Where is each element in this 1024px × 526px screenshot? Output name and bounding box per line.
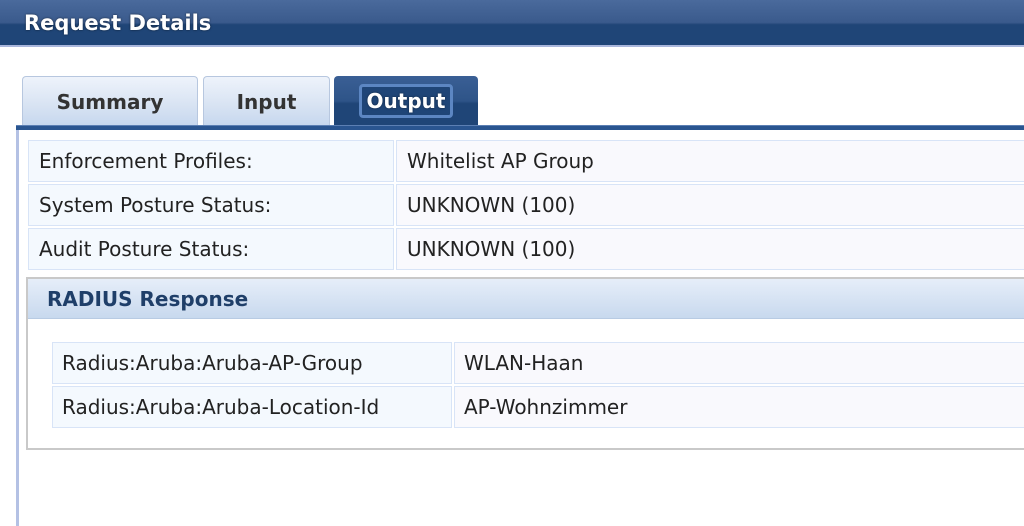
tab-summary-label: Summary	[56, 89, 164, 114]
tab-input[interactable]: Input	[203, 76, 330, 126]
dialog-title-bar: Request Details	[0, 0, 1024, 47]
enforcement-profiles-value: Whitelist AP Group	[396, 140, 1024, 182]
radius-attribute-value: AP-Wohnzimmer	[454, 386, 1024, 428]
system-posture-status-value: UNKNOWN (100)	[396, 184, 1024, 226]
table-row: Radius:Aruba:Aruba-Location-Id AP-Wohnzi…	[52, 386, 1024, 428]
audit-posture-status-label: Audit Posture Status:	[28, 228, 394, 270]
enforcement-profiles-label: Enforcement Profiles:	[28, 140, 394, 182]
system-posture-status-label: System Posture Status:	[28, 184, 394, 226]
tab-output[interactable]: Output	[334, 76, 478, 126]
table-row: Audit Posture Status: UNKNOWN (100)	[28, 228, 1024, 270]
tab-input-label: Input	[236, 89, 297, 114]
radius-response-heading: RADIUS Response	[28, 279, 1024, 319]
radius-attributes-table: Radius:Aruba:Aruba-AP-Group WLAN-Haan Ra…	[50, 340, 1024, 430]
tab-output-label: Output	[358, 84, 454, 118]
tab-summary[interactable]: Summary	[22, 76, 198, 126]
radius-response-section: RADIUS Response Radius:Aruba:Aruba-AP-Gr…	[26, 277, 1024, 450]
table-row: Enforcement Profiles: Whitelist AP Group	[28, 140, 1024, 182]
output-summary-table: Enforcement Profiles: Whitelist AP Group…	[26, 138, 1024, 272]
radius-attribute-name: Radius:Aruba:Aruba-AP-Group	[52, 342, 452, 384]
output-panel: Enforcement Profiles: Whitelist AP Group…	[16, 130, 1024, 526]
audit-posture-status-value: UNKNOWN (100)	[396, 228, 1024, 270]
radius-attribute-value: WLAN-Haan	[454, 342, 1024, 384]
table-row: System Posture Status: UNKNOWN (100)	[28, 184, 1024, 226]
dialog-title: Request Details	[24, 11, 212, 35]
radius-attribute-name: Radius:Aruba:Aruba-Location-Id	[52, 386, 452, 428]
table-row: Radius:Aruba:Aruba-AP-Group WLAN-Haan	[52, 342, 1024, 384]
